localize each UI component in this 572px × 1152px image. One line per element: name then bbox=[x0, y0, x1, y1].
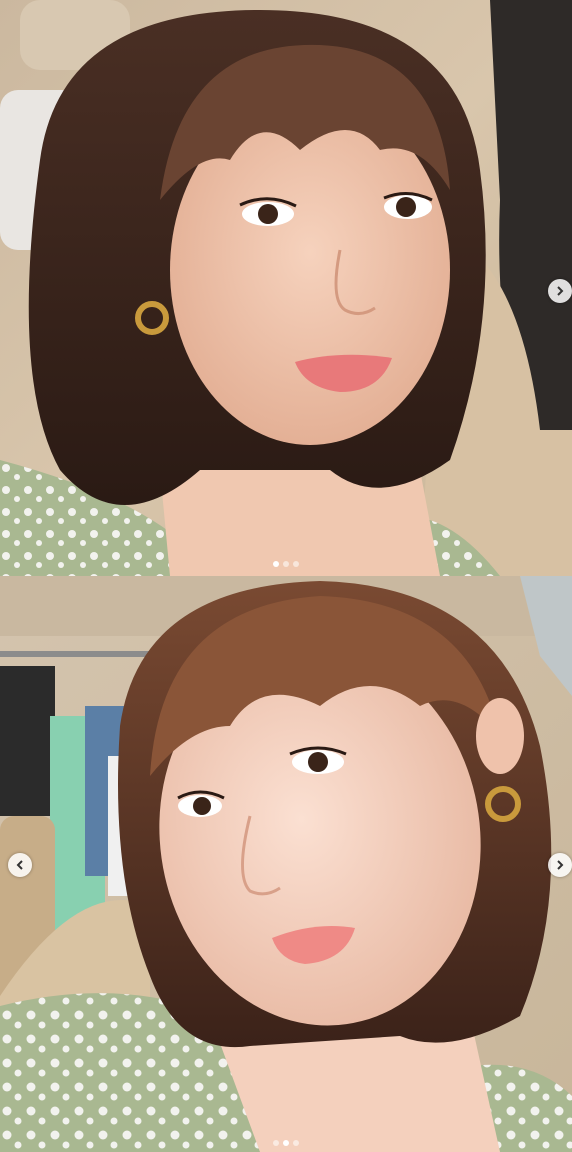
chevron-left-icon bbox=[16, 860, 23, 870]
carousel-dot bbox=[273, 561, 279, 567]
carousel-indicator bbox=[0, 561, 572, 567]
selfie-photo-1 bbox=[0, 0, 572, 576]
chevron-right-icon bbox=[557, 860, 564, 870]
carousel-dot bbox=[293, 561, 299, 567]
carousel-dot bbox=[293, 1140, 299, 1146]
carousel-post-2 bbox=[0, 576, 572, 1152]
carousel-indicator bbox=[0, 1140, 572, 1146]
carousel-prev-button[interactable] bbox=[8, 853, 32, 877]
carousel-dot bbox=[273, 1140, 279, 1146]
selfie-photo-2 bbox=[0, 576, 572, 1152]
carousel-dot bbox=[283, 561, 289, 567]
chevron-right-icon bbox=[557, 286, 564, 296]
carousel-post-1 bbox=[0, 0, 572, 576]
carousel-dot bbox=[283, 1140, 289, 1146]
carousel-next-button[interactable] bbox=[548, 853, 572, 877]
carousel-next-button[interactable] bbox=[548, 279, 572, 303]
